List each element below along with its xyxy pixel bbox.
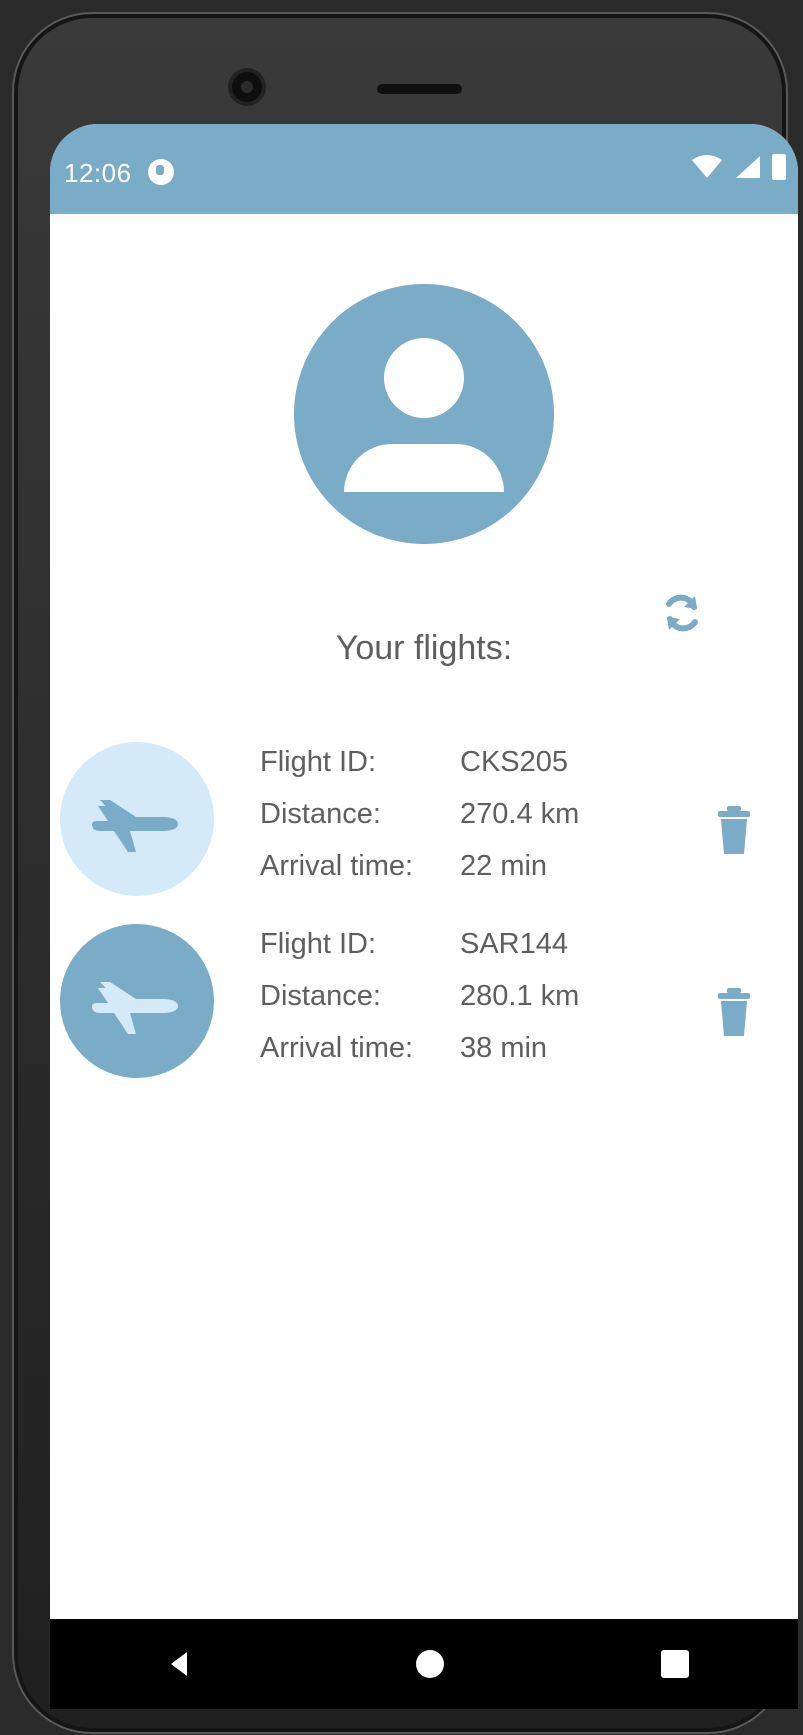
detail-row-arrival-time: Arrival time: 38 min [260, 1028, 680, 1080]
airplane-icon [92, 800, 178, 852]
flight-id-label: Flight ID: [260, 928, 377, 960]
detail-row-arrival-time: Arrival time: 22 min [260, 846, 680, 898]
wifi-icon [690, 154, 724, 180]
system-navigation-bar [50, 1619, 798, 1709]
flight-id-value: SAR144 [460, 928, 569, 960]
person-body [344, 444, 504, 492]
distance-value: 280.1 km [460, 980, 580, 1012]
phone-frame: 12:06 Your flights: Flight ID: CKS205 Di… [12, 12, 798, 1734]
plane-badge [60, 924, 214, 1078]
person-icon [384, 338, 464, 418]
flight-id-label: Flight ID: [260, 746, 377, 778]
arrival-time-label: Arrival time: [260, 1032, 414, 1064]
camera-icon [232, 72, 262, 102]
battery-icon [772, 154, 786, 180]
back-button[interactable] [159, 1644, 199, 1684]
delete-flight-button[interactable] [710, 984, 758, 1040]
record-icon [148, 159, 174, 185]
trash-icon [718, 988, 750, 1036]
status-time: 12:06 [64, 158, 132, 188]
flights-heading: Your flights: [335, 629, 513, 667]
arrival-time-label: Arrival time: [260, 850, 414, 882]
detail-row-distance: Distance: 270.4 km [260, 794, 680, 846]
arrival-time-value: 22 min [460, 850, 548, 882]
flight-card: Flight ID: SAR144 Distance: 280.1 km Arr… [50, 924, 798, 1094]
back-icon [170, 1652, 187, 1676]
trash-icon [718, 806, 750, 854]
recents-button[interactable] [661, 1650, 690, 1678]
profile-avatar[interactable] [294, 284, 554, 544]
device-top [12, 12, 788, 132]
flight-details: Flight ID: SAR144 Distance: 280.1 km Arr… [260, 924, 680, 1080]
home-button[interactable] [415, 1650, 444, 1678]
signal-icon [734, 154, 762, 180]
arrival-time-value: 38 min [460, 1032, 548, 1064]
delete-flight-button[interactable] [710, 802, 758, 858]
flight-id-value: CKS205 [460, 746, 569, 778]
app-screen: 12:06 Your flights: Flight ID: CKS205 Di… [50, 124, 798, 1709]
detail-row-flight-id: Flight ID: SAR144 [260, 924, 680, 976]
distance-label: Distance: [260, 980, 381, 1012]
status-icons [690, 154, 786, 180]
distance-value: 270.4 km [460, 798, 580, 830]
speaker-grille [377, 84, 462, 94]
flight-details: Flight ID: CKS205 Distance: 270.4 km Arr… [260, 742, 680, 898]
distance-label: Distance: [260, 798, 381, 830]
plane-badge [60, 742, 214, 896]
detail-row-distance: Distance: 280.1 km [260, 976, 680, 1028]
flight-card: Flight ID: CKS205 Distance: 270.4 km Arr… [50, 742, 798, 912]
airplane-icon [92, 982, 178, 1034]
status-bar: 12:06 [50, 124, 798, 214]
detail-row-flight-id: Flight ID: CKS205 [260, 742, 680, 794]
